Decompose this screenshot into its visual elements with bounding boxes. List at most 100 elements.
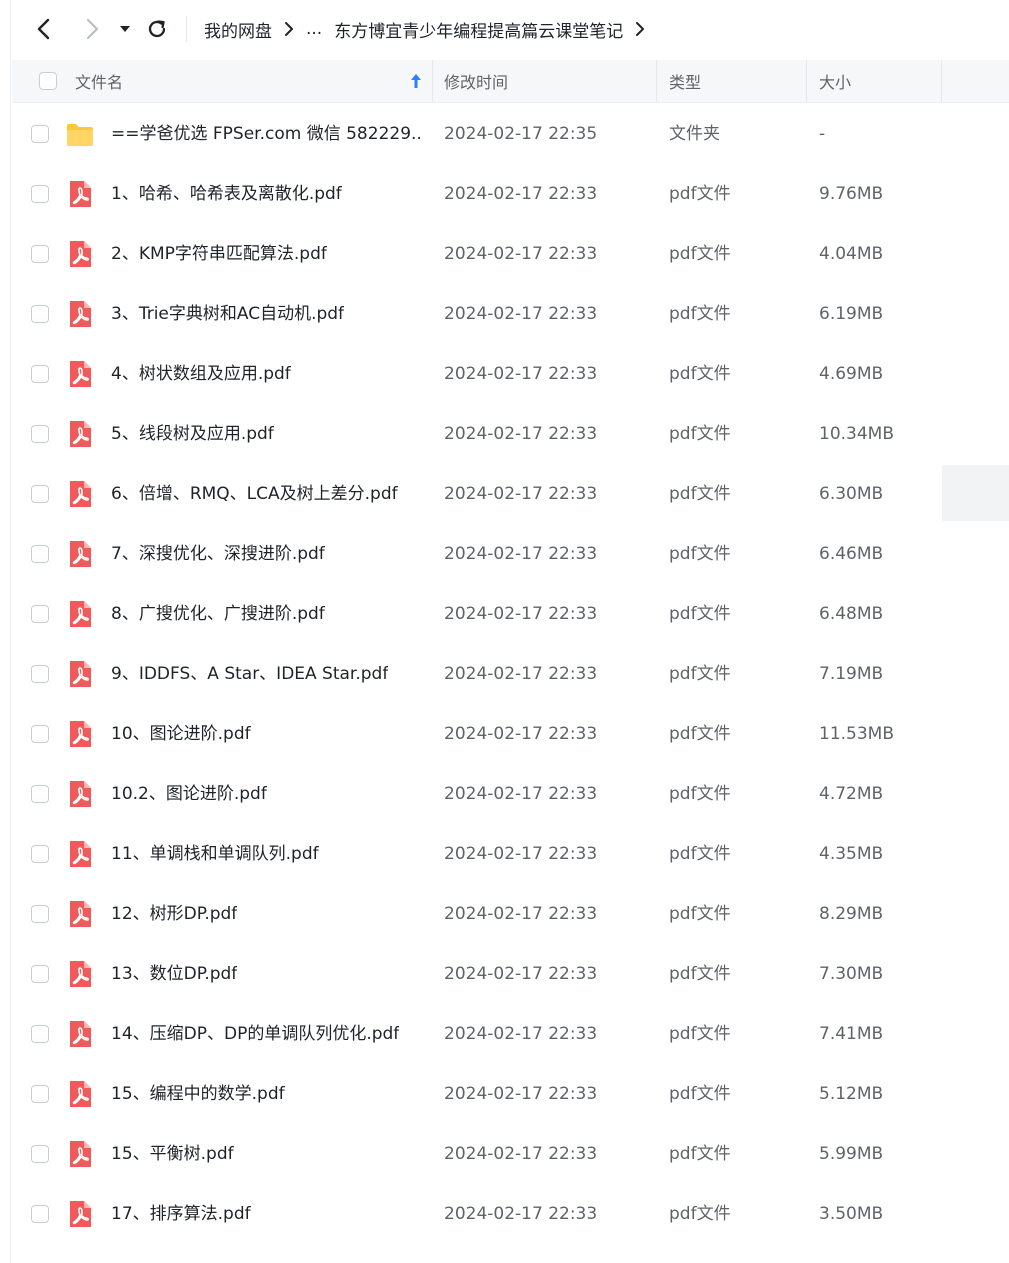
breadcrumb-separator-icon — [284, 21, 294, 37]
file-row[interactable]: 8、广搜优化、广搜进阶.pdf 2024-02-17 22:33 pdf文件 6… — [12, 584, 1009, 644]
file-type: pdf文件 — [669, 1144, 731, 1164]
row-checkbox[interactable] — [31, 545, 49, 563]
file-row[interactable]: 3、Trie字典树和AC自动机.pdf 2024-02-17 22:33 pdf… — [12, 284, 1009, 344]
chevron-left-icon — [37, 18, 50, 40]
file-name[interactable]: 15、编程中的数学.pdf — [111, 1064, 285, 1124]
file-size: 4.72MB — [819, 784, 884, 804]
file-modified-time: 2024-02-17 22:33 — [444, 424, 598, 444]
breadcrumb-separator-icon — [635, 21, 645, 37]
file-row[interactable]: 2、KMP字符串匹配算法.pdf 2024-02-17 22:33 pdf文件 … — [12, 224, 1009, 284]
breadcrumb-root[interactable]: 我的网盘 — [204, 17, 272, 42]
file-name[interactable]: 10.2、图论进阶.pdf — [111, 764, 267, 824]
breadcrumb-ellipsis[interactable]: ... — [306, 19, 322, 39]
file-modified-time: 2024-02-17 22:33 — [444, 784, 598, 804]
file-name[interactable]: 12、树形DP.pdf — [111, 884, 237, 944]
row-checkbox[interactable] — [31, 485, 49, 503]
file-name[interactable]: 3、Trie字典树和AC自动机.pdf — [111, 284, 344, 344]
file-type: pdf文件 — [669, 904, 731, 924]
file-name[interactable]: 4、树状数组及应用.pdf — [111, 344, 291, 404]
file-row[interactable]: 5、线段树及应用.pdf 2024-02-17 22:33 pdf文件 10.3… — [12, 404, 1009, 464]
file-name[interactable]: 1、哈希、哈希表及离散化.pdf — [111, 164, 342, 224]
column-header-type[interactable]: 类型 — [669, 60, 701, 102]
file-row[interactable]: 10、图论进阶.pdf 2024-02-17 22:33 pdf文件 11.53… — [12, 704, 1009, 764]
pdf-icon — [66, 1020, 94, 1048]
file-type: pdf文件 — [669, 424, 731, 444]
row-checkbox[interactable] — [31, 665, 49, 683]
file-row[interactable]: 7、深搜优化、深搜进阶.pdf 2024-02-17 22:33 pdf文件 6… — [12, 524, 1009, 584]
file-row[interactable]: 14、压缩DP、DP的单调队列优化.pdf 2024-02-17 22:33 p… — [12, 1004, 1009, 1064]
row-checkbox[interactable] — [31, 845, 49, 863]
file-type: pdf文件 — [669, 604, 731, 624]
file-name[interactable]: 5、线段树及应用.pdf — [111, 404, 274, 464]
file-size: 4.69MB — [819, 364, 884, 384]
sort-ascending-icon[interactable] — [410, 60, 422, 102]
file-row[interactable]: 12、树形DP.pdf 2024-02-17 22:33 pdf文件 8.29M… — [12, 884, 1009, 944]
file-modified-time: 2024-02-17 22:33 — [444, 844, 598, 864]
file-name[interactable]: 15、平衡树.pdf — [111, 1124, 234, 1184]
row-checkbox[interactable] — [31, 1145, 49, 1163]
row-checkbox[interactable] — [31, 605, 49, 623]
column-divider — [941, 60, 942, 102]
row-checkbox[interactable] — [31, 1205, 49, 1223]
file-row[interactable]: 10.2、图论进阶.pdf 2024-02-17 22:33 pdf文件 4.7… — [12, 764, 1009, 824]
row-checkbox[interactable] — [31, 725, 49, 743]
file-name[interactable]: 6、倍增、RMQ、LCA及树上差分.pdf — [111, 464, 398, 524]
file-row[interactable]: 15、编程中的数学.pdf 2024-02-17 22:33 pdf文件 5.1… — [12, 1064, 1009, 1124]
file-type: pdf文件 — [669, 244, 731, 264]
file-size: 5.12MB — [819, 1084, 884, 1104]
pdf-icon — [66, 780, 94, 808]
column-header-name[interactable]: 文件名 — [75, 60, 123, 102]
file-modified-time: 2024-02-17 22:33 — [444, 364, 598, 384]
file-row[interactable]: 1、哈希、哈希表及离散化.pdf 2024-02-17 22:33 pdf文件 … — [12, 164, 1009, 224]
row-checkbox[interactable] — [31, 785, 49, 803]
file-name[interactable]: 13、数位DP.pdf — [111, 944, 237, 1004]
file-row[interactable]: 9、IDDFS、A Star、IDEA Star.pdf 2024-02-17 … — [12, 644, 1009, 704]
file-name[interactable]: 17、排序算法.pdf — [111, 1184, 251, 1244]
row-checkbox[interactable] — [31, 245, 49, 263]
file-name[interactable]: 2、KMP字符串匹配算法.pdf — [111, 224, 327, 284]
row-checkbox[interactable] — [31, 365, 49, 383]
file-type: pdf文件 — [669, 784, 731, 804]
file-row[interactable]: 4、树状数组及应用.pdf 2024-02-17 22:33 pdf文件 4.6… — [12, 344, 1009, 404]
file-row[interactable]: 6、倍增、RMQ、LCA及树上差分.pdf 2024-02-17 22:33 p… — [12, 464, 1009, 524]
file-row[interactable]: 15、平衡树.pdf 2024-02-17 22:33 pdf文件 5.99MB — [12, 1124, 1009, 1184]
file-row[interactable]: 17、排序算法.pdf 2024-02-17 22:33 pdf文件 3.50M… — [12, 1184, 1009, 1244]
row-checkbox[interactable] — [31, 305, 49, 323]
row-checkbox[interactable] — [31, 905, 49, 923]
file-name[interactable]: 9、IDDFS、A Star、IDEA Star.pdf — [111, 644, 388, 704]
column-header-size[interactable]: 大小 — [819, 60, 851, 102]
pdf-icon — [66, 600, 94, 628]
select-all-checkbox[interactable] — [39, 72, 57, 90]
file-size: 6.30MB — [819, 484, 884, 504]
column-header-modified[interactable]: 修改时间 — [444, 60, 508, 102]
file-row[interactable]: 11、单调栈和单调队列.pdf 2024-02-17 22:33 pdf文件 4… — [12, 824, 1009, 884]
file-modified-time: 2024-02-17 22:33 — [444, 1084, 598, 1104]
back-button[interactable] — [30, 14, 58, 44]
file-size: 11.53MB — [819, 724, 894, 744]
pdf-icon — [66, 660, 94, 688]
row-checkbox[interactable] — [31, 425, 49, 443]
row-checkbox[interactable] — [31, 1085, 49, 1103]
pdf-icon — [66, 1080, 94, 1108]
row-checkbox[interactable] — [31, 125, 49, 143]
row-checkbox[interactable] — [31, 1025, 49, 1043]
file-row[interactable]: 13、数位DP.pdf 2024-02-17 22:33 pdf文件 7.30M… — [12, 944, 1009, 1004]
breadcrumb-current[interactable]: 东方博宜青少年编程提高篇云课堂笔记 — [334, 17, 623, 42]
file-name[interactable]: 8、广搜优化、广搜进阶.pdf — [111, 584, 325, 644]
pdf-icon — [66, 720, 94, 748]
history-dropdown-button[interactable] — [113, 14, 137, 44]
row-checkbox[interactable] — [31, 965, 49, 983]
forward-button[interactable] — [78, 14, 106, 44]
file-name[interactable]: 14、压缩DP、DP的单调队列优化.pdf — [111, 1004, 399, 1064]
file-size: 6.46MB — [819, 544, 884, 564]
row-checkbox[interactable] — [31, 185, 49, 203]
file-name[interactable]: 10、图论进阶.pdf — [111, 704, 251, 764]
file-name[interactable]: 11、单调栈和单调队列.pdf — [111, 824, 319, 884]
file-name[interactable]: ==学爸优选 FPSer.com 微信 582229... — [111, 104, 423, 164]
file-row[interactable]: ==学爸优选 FPSer.com 微信 582229... 2024-02-17… — [12, 104, 1009, 164]
file-name[interactable]: 7、深搜优化、深搜进阶.pdf — [111, 524, 325, 584]
pdf-icon — [66, 180, 94, 208]
file-modified-time: 2024-02-17 22:33 — [444, 304, 598, 324]
refresh-button[interactable] — [143, 14, 171, 44]
file-size: 4.35MB — [819, 844, 884, 864]
